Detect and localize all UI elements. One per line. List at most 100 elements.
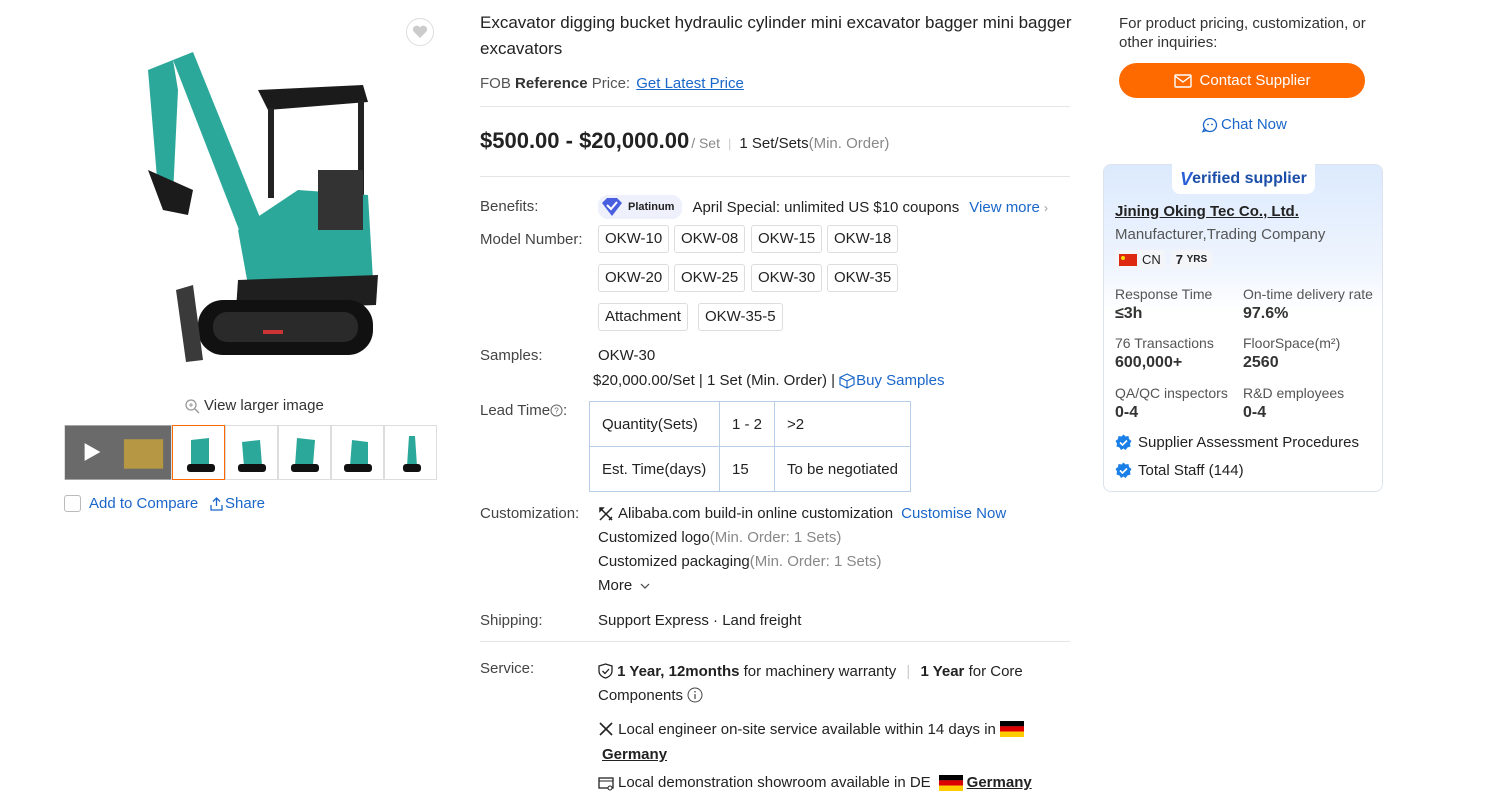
verified-check-icon xyxy=(1115,462,1132,478)
core-warranty-text: for Core xyxy=(968,663,1023,680)
shipping-text: Support Express · Land freight xyxy=(598,612,802,629)
video-thumbnail[interactable] xyxy=(64,425,172,480)
diamond-icon xyxy=(602,198,622,216)
lead-time-label: Lead Time ? : xyxy=(480,402,567,419)
germany-link[interactable]: Germany xyxy=(967,774,1032,791)
box-icon xyxy=(839,372,855,389)
customise-now-link[interactable]: Customise Now xyxy=(901,505,1006,522)
verified-check-icon xyxy=(1115,434,1132,450)
image-thumbnail-1[interactable] xyxy=(172,425,225,480)
get-latest-price-link[interactable]: Get Latest Price xyxy=(636,75,744,92)
model-chip[interactable]: OKW-35-5 xyxy=(698,303,783,331)
image-thumbnail-3[interactable] xyxy=(278,425,331,480)
service-label: Service: xyxy=(480,660,535,677)
share-link[interactable]: Share xyxy=(210,495,265,512)
model-chip[interactable]: Attachment xyxy=(598,303,688,331)
share-label: Share xyxy=(225,495,266,512)
core-warranty-bold: 1 Year xyxy=(920,663,965,680)
years-unit: YRS xyxy=(1186,254,1208,265)
separator: | xyxy=(727,136,732,151)
stat-value: 0-4 xyxy=(1243,404,1267,421)
stat-label: QA/QC inspectors xyxy=(1115,385,1228,401)
model-chip[interactable]: OKW-15 xyxy=(751,225,823,253)
total-staff-label: Total Staff (144) xyxy=(1138,462,1244,479)
stat-label: R&D employees xyxy=(1243,385,1345,401)
inquiry-text: For product pricing, customization, or o… xyxy=(1119,15,1366,51)
divider xyxy=(480,106,1070,107)
price-unit: / Set xyxy=(691,135,720,151)
table-cell: To be negotiated xyxy=(774,446,911,492)
germany-flag-icon xyxy=(1000,721,1025,737)
product-main-image[interactable] xyxy=(118,30,398,375)
model-chip[interactable]: OKW-35 xyxy=(827,264,899,292)
view-larger-image-link[interactable]: View larger image xyxy=(184,397,324,414)
stat-label: Response Time xyxy=(1115,286,1213,302)
model-chip[interactable]: OKW-10 xyxy=(598,225,670,253)
chat-now-link[interactable]: Chat Now xyxy=(1202,116,1287,133)
image-thumbnail-5[interactable] xyxy=(384,425,437,480)
excavator-thumb-icon xyxy=(343,440,372,472)
engineer-service-row: Local engineer on-site service available… xyxy=(598,717,1038,767)
fob-prefix: FOB xyxy=(480,75,511,92)
table-row: Quantity(Sets) 1 - 2 >2 xyxy=(589,401,911,447)
sample-detail: $20,000.00/Set | 1 Set (Min. Order) | xyxy=(593,372,836,389)
zoom-icon xyxy=(185,398,200,413)
chat-now-label: Chat Now xyxy=(1221,116,1287,133)
lead-time-text: Lead Time xyxy=(480,402,551,419)
divider xyxy=(480,176,1070,177)
buy-samples-link[interactable]: Buy Samples xyxy=(839,372,944,389)
stat-value: 600,000+ xyxy=(1115,354,1183,371)
core-components-text: Components xyxy=(598,687,684,704)
years-tag: 7 YRS xyxy=(1170,250,1213,269)
table-cell: 15 xyxy=(719,446,775,492)
min-order-qty: 1 Set/Sets xyxy=(739,135,809,152)
favorite-heart-button[interactable] xyxy=(406,18,434,46)
model-number-label: Model Number: xyxy=(480,231,583,248)
verified-v-mark: V xyxy=(1180,168,1193,189)
customized-logo-min: (Min. Order: 1 Sets) xyxy=(709,529,842,546)
customized-logo-text: Customized logo xyxy=(598,529,710,546)
warranty-row: 1 Year, 12months for machinery warranty … xyxy=(598,660,1038,708)
more-toggle[interactable]: More xyxy=(598,577,650,594)
price-range: $500.00 - $20,000.00 xyxy=(480,128,690,153)
mail-icon xyxy=(1173,73,1192,88)
chat-icon xyxy=(1202,117,1218,132)
fob-reference: Reference xyxy=(515,75,588,92)
model-chip[interactable]: OKW-30 xyxy=(751,264,823,292)
supplier-name-link[interactable]: Jining Oking Tec Co., Ltd. xyxy=(1115,203,1299,220)
contact-supplier-button[interactable]: Contact Supplier xyxy=(1119,63,1365,98)
image-thumbnail-2[interactable] xyxy=(225,425,278,480)
samples-label: Samples: xyxy=(480,347,543,364)
model-chip[interactable]: OKW-25 xyxy=(674,264,746,292)
model-chip[interactable]: OKW-18 xyxy=(827,225,899,253)
view-more-link[interactable]: View more › xyxy=(969,199,1048,216)
add-to-compare[interactable]: Add to Compare xyxy=(64,495,198,512)
showroom-row: Local demonstration showroom available i… xyxy=(598,774,1032,791)
svg-text:?: ? xyxy=(554,407,559,416)
compare-checkbox[interactable] xyxy=(64,495,81,512)
stat-label: 76 Transactions xyxy=(1115,335,1214,351)
total-staff-row: Total Staff (144) xyxy=(1115,462,1244,479)
assessment-label: Supplier Assessment Procedures xyxy=(1138,434,1359,451)
assessment-row[interactable]: Supplier Assessment Procedures xyxy=(1115,434,1359,451)
shield-icon xyxy=(598,663,613,679)
tools-icon xyxy=(599,506,613,521)
germany-link[interactable]: Germany xyxy=(602,746,667,763)
warranty-bold: 1 Year, 12months xyxy=(617,663,740,680)
heart-icon xyxy=(412,25,428,38)
germany-flag-icon xyxy=(938,774,963,791)
sample-model: OKW-30 xyxy=(598,347,656,364)
fob-price-label: Price: xyxy=(591,75,631,92)
add-to-compare-label[interactable]: Add to Compare xyxy=(89,495,198,512)
table-cell: Quantity(Sets) xyxy=(589,401,720,447)
help-icon[interactable]: ? xyxy=(550,404,563,417)
china-flag-icon xyxy=(1119,253,1137,266)
supplier-origin: CN 7 YRS xyxy=(1115,250,1213,269)
more-label: More xyxy=(598,577,633,594)
customized-packaging-min: (Min. Order: 1 Sets) xyxy=(749,553,882,570)
model-chip[interactable]: OKW-08 xyxy=(674,225,746,253)
image-thumbnail-4[interactable] xyxy=(331,425,384,480)
model-chip[interactable]: OKW-20 xyxy=(598,264,670,292)
excavator-thumb-icon xyxy=(237,440,266,472)
info-icon[interactable] xyxy=(687,687,703,703)
